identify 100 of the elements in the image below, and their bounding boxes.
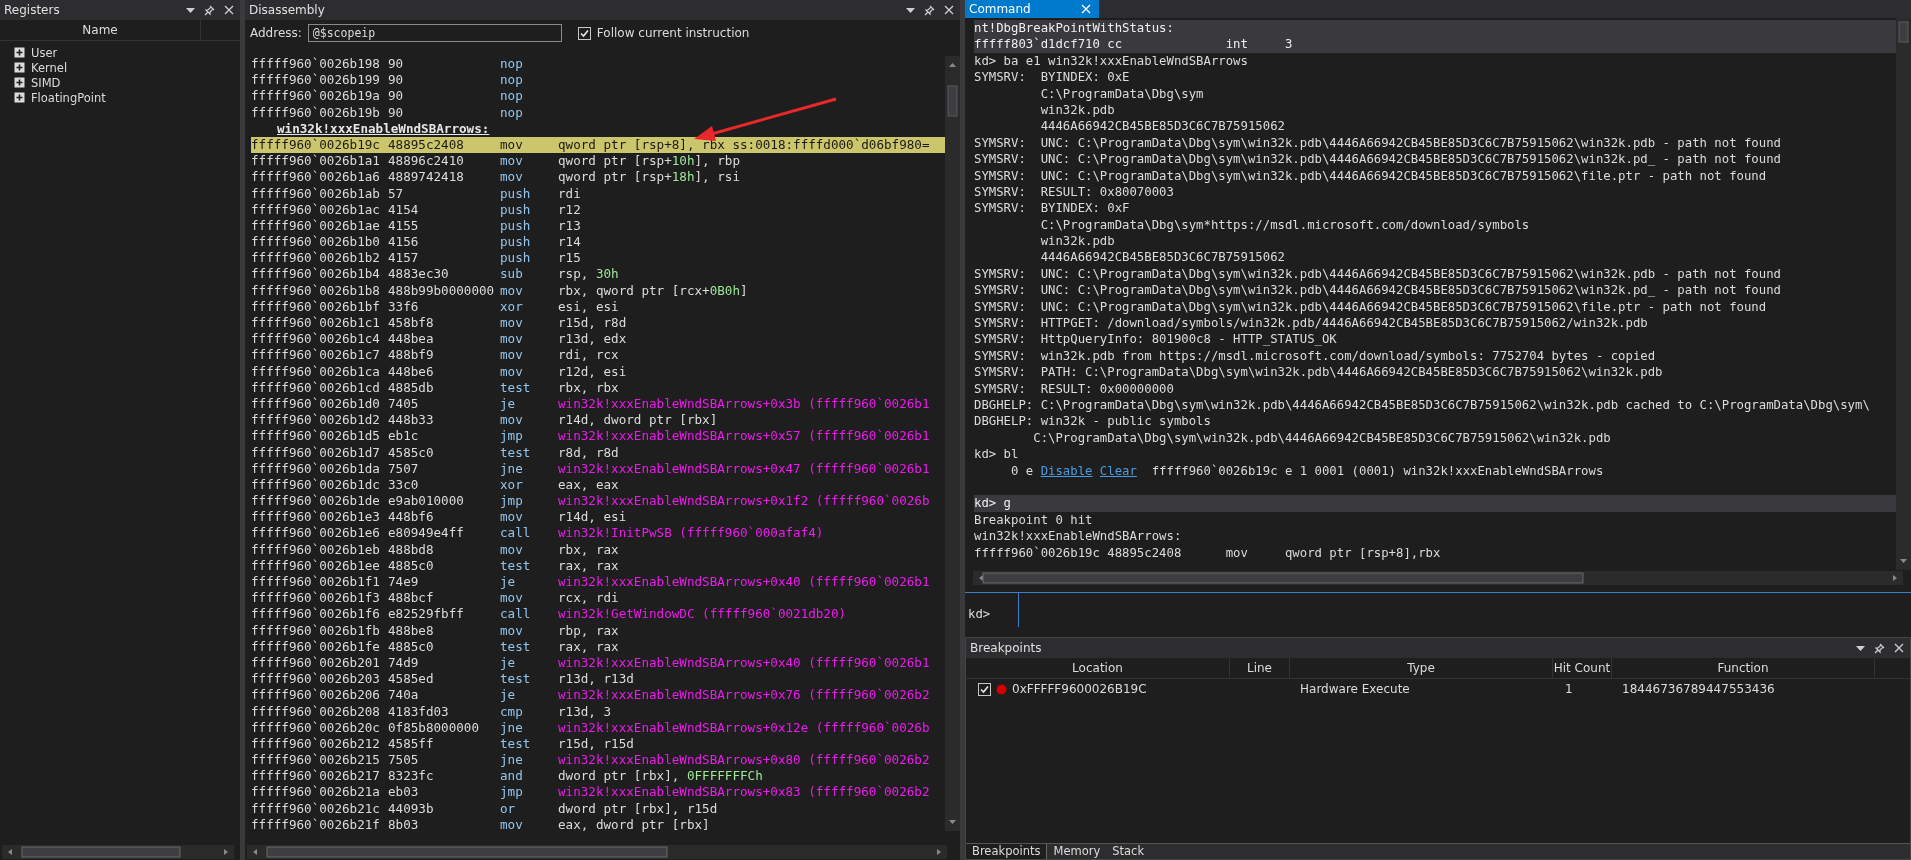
dropdown-icon[interactable] [186,7,195,13]
expand-icon[interactable] [14,92,25,103]
address-text: fffff960`0026b1ca [251,363,381,380]
address-text: fffff960`0026b1b0 [251,234,381,251]
bytes-text: 8b03 [388,816,420,833]
mnemonic-text: nop [500,56,524,73]
mnemonic-text: mov [500,136,524,154]
address-text: fffff960`0026b1da [251,460,381,477]
column-header[interactable]: Line [1230,658,1290,678]
tree-item[interactable]: SIMD [31,75,61,90]
column-header[interactable]: Type [1290,658,1553,678]
mnemonic-text: test [500,638,532,655]
column-header[interactable]: Function [1612,658,1875,678]
tab[interactable]: Stack [1106,844,1151,859]
expand-icon[interactable] [14,47,25,58]
operand-text: dword ptr [rbx], r15d [558,800,718,817]
mnemonic-text: and [500,768,524,785]
close-icon[interactable] [224,5,234,15]
mnemonic-text: xor [500,298,524,315]
operand-text: rdi, rcx [558,347,619,364]
bytes-text: e9ab010000 [388,493,465,510]
operand-text: rax, rax [558,557,619,574]
pin-icon[interactable] [1874,642,1885,654]
output-text: SYMSRV: RESULT: 0x80070003 [974,184,1174,199]
operand-text: rdi [558,185,581,202]
pin-icon[interactable] [924,4,935,16]
close-icon[interactable] [1894,643,1904,653]
operand-text: r13d, edx [558,331,627,348]
scrollbar[interactable] [1896,18,1911,570]
dropdown-icon[interactable] [906,7,915,13]
dropdown-icon[interactable] [1856,645,1865,651]
address-field[interactable]: @$scopeip [307,24,562,42]
link[interactable]: Clear [1099,463,1137,478]
scrollbar[interactable] [247,845,947,859]
scrollbar[interactable] [945,56,960,831]
output-text: nt!DbgBreakPointWithStatus: [974,21,1174,35]
link[interactable]: Disable [1040,463,1093,478]
expand-icon[interactable] [14,62,25,73]
mnemonic-text: mov [500,169,524,186]
tab[interactable]: Breakpoints [966,844,1048,859]
output-text: win32k!xxxEnableWndSBArrows: [974,529,1182,544]
bytes-text: e82529fbff [388,606,465,623]
bytes-text: 4885db [388,379,435,396]
checkbox[interactable] [577,26,591,40]
table-cell-text: 1 [1564,682,1574,696]
mnemonic-text: test [500,671,532,688]
address-text: fffff960`0026b1de [251,493,381,510]
close-icon[interactable] [944,5,954,15]
output-text: DBGHELP: win32k - public symbols [974,414,1211,429]
address-text: fffff960`0026b1fe [251,638,381,655]
operand-text: r13d, 3 [558,703,612,720]
address-text: fffff960`0026b1d2 [251,412,381,429]
column-header[interactable]: Name [0,20,201,40]
operand-text: win32k!xxxEnableWndSBArrows+0x83 (fffff960`0026b2 [558,784,930,801]
bytes-text: 4154 [388,201,420,218]
checkbox-label[interactable]: Follow current instruction [596,26,750,40]
output-text: win32k.pdb [1039,234,1115,249]
output-text: win32k.pdb [1039,102,1115,117]
bytes-text: 488bd8 [388,541,435,558]
operand-text: eax, eax [558,476,619,494]
bytes-text: 90 [388,72,405,89]
mnemonic-text: push [500,234,532,251]
bytes-text: 90 [388,88,405,105]
mnemonic-text: test [500,444,532,461]
mnemonic-text: jne [500,460,524,477]
column-header[interactable]: Hit Count [1553,658,1612,678]
address-text: fffff960`0026b1c7 [251,347,381,364]
output-text: 0 e [1010,463,1035,478]
bytes-text: 488be8 [388,622,435,639]
mnemonic-text: call [500,606,532,623]
checkbox[interactable] [978,682,991,696]
tree-item[interactable]: Kernel [31,60,68,75]
scrollbar[interactable] [2,845,234,859]
tab[interactable]: Memory [1047,844,1107,859]
bytes-text: 74d9 [388,654,420,672]
pin-icon[interactable] [204,4,215,16]
address-text: fffff960`0026b198 [251,56,381,73]
tree-item[interactable]: User [31,45,58,60]
expand-icon[interactable] [14,77,25,88]
operand-text: r15 [558,250,581,267]
mnemonic-text: mov [500,347,524,364]
tree-item[interactable]: FloatingPoint [31,90,106,105]
column-header[interactable]: Location [966,658,1230,678]
address-text: fffff960`0026b1dc [251,476,381,494]
mnemonic-text: push [500,185,532,202]
mnemonic-text: test [500,557,532,574]
bytes-text: 4885c0 [388,557,435,574]
field-label: Address: [250,26,302,40]
output-text: C:\ProgramData\Dbg\sym*https://msdl.microsoft.com/download/symbols [1039,217,1530,232]
pane-title: Registers [4,3,60,17]
address-text: fffff960`0026b215 [251,752,381,769]
operand-text: esi, esi [558,298,619,315]
bytes-text: 8323fc [388,768,435,785]
address-text: fffff960`0026b1bf [251,298,381,315]
bytes-text: 7505 [388,752,420,769]
tab[interactable]: Command [965,0,1099,18]
output-text: fffff960`0026b19c 48895c2408 mov qword ptr [rsp+8],rbx [974,545,1441,560]
address-text: fffff960`0026b19c [251,136,381,154]
scrollbar[interactable] [973,571,1903,585]
mnemonic-text: xor [500,476,524,494]
